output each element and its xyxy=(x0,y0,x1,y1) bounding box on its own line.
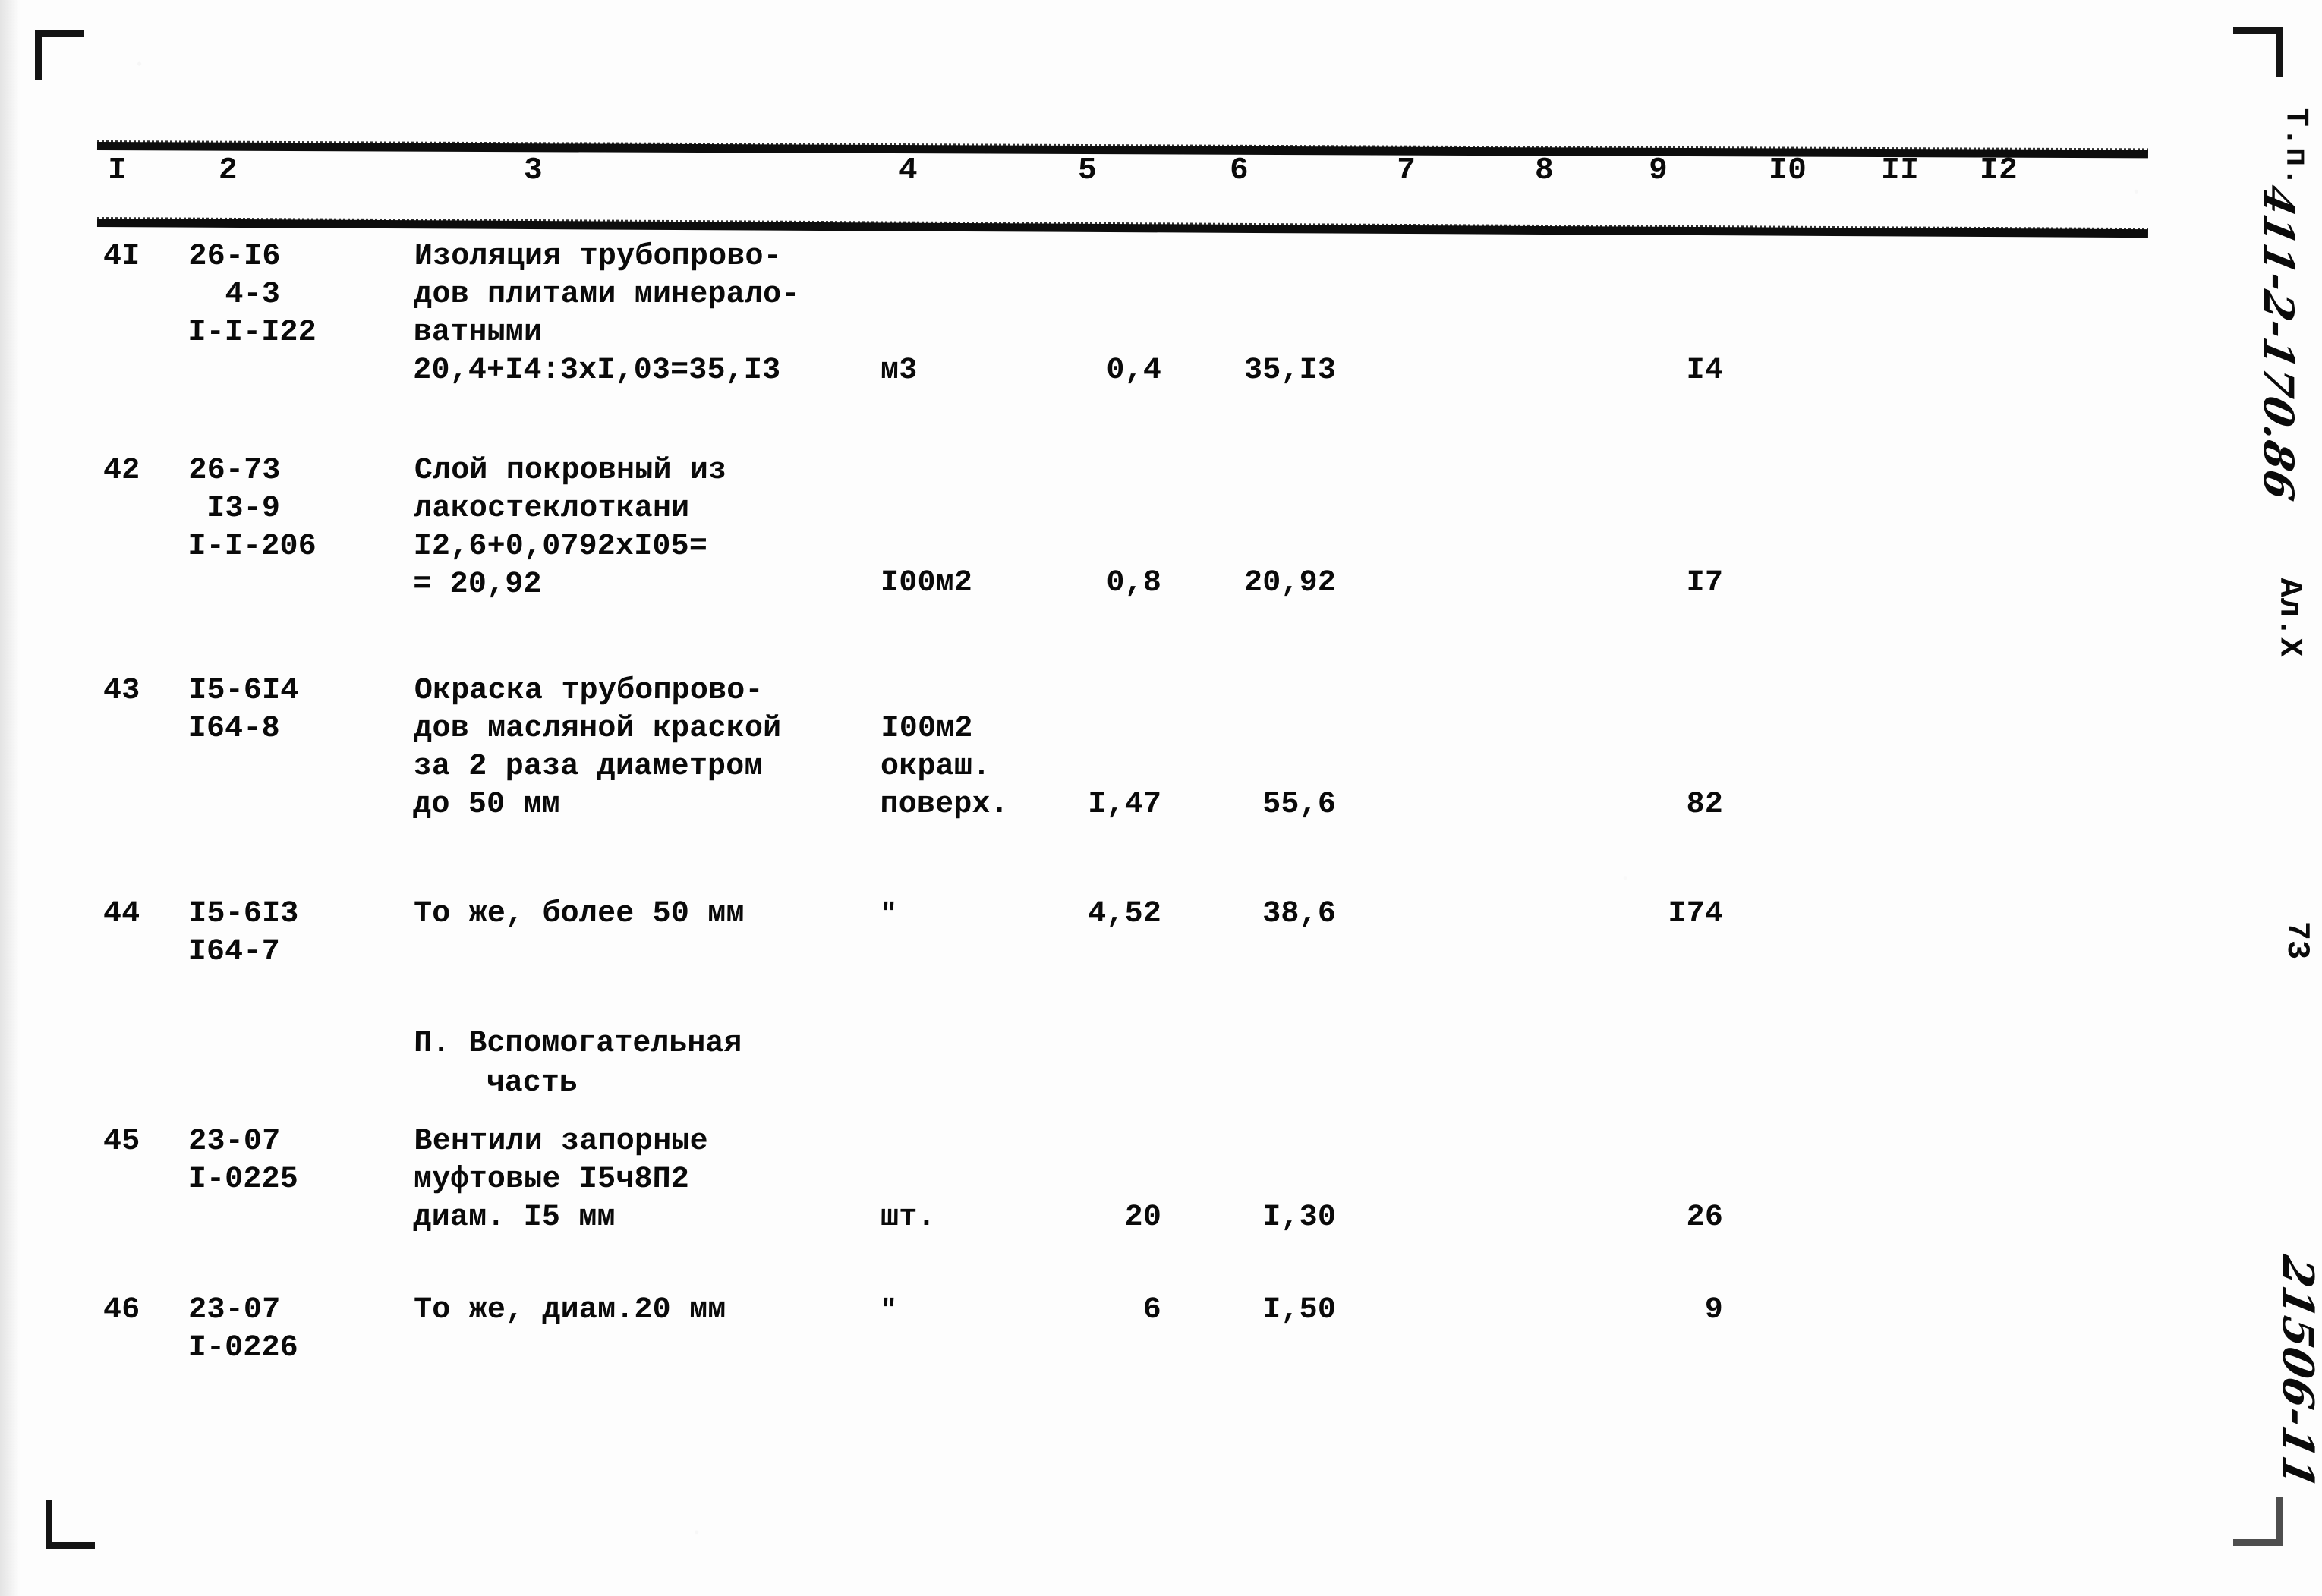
row-number: 45 xyxy=(102,1125,140,1159)
row-price: 35,I3 xyxy=(1243,354,1337,388)
row-total: I4 xyxy=(1686,354,1724,388)
column-header-10: I0 xyxy=(1768,153,1807,188)
row-unit: I00м2 окраш. поверх. xyxy=(880,712,1010,822)
row-description: Вентили запорные муфтовые I5ч8П2 диам. I… xyxy=(413,1125,709,1235)
row-price: I,50 xyxy=(1262,1293,1337,1327)
section-heading: П. Вспомогательная часть xyxy=(413,1027,742,1100)
row-unit: м3 xyxy=(880,354,918,388)
registration-corner-top-left xyxy=(35,30,84,80)
row-unit: I00м2 xyxy=(880,566,973,600)
column-header-6: 6 xyxy=(1229,153,1249,188)
margin-album-label: Ал.Х xyxy=(2271,578,2308,658)
row-number: 4I xyxy=(102,240,140,274)
row-total: 82 xyxy=(1686,788,1724,822)
row-description: Слой покровный из лакостеклоткани I2,6+0… xyxy=(412,454,727,602)
registration-corner-top-right xyxy=(2233,27,2283,77)
column-header-2: 2 xyxy=(218,153,238,188)
row-unit: " xyxy=(880,899,897,930)
row-unit: " xyxy=(880,1295,897,1326)
row-description: Изоляция трубопрово- дов плитами минерал… xyxy=(412,240,800,388)
column-header-row: I 2 3 4 5 6 7 8 9 I0 II I2 xyxy=(0,153,2322,209)
row-code: 23-07 I-0225 xyxy=(187,1125,299,1197)
row-code: I5-6I4 I64-8 xyxy=(187,674,299,746)
row-total: I7 xyxy=(1686,566,1724,600)
registration-corner-bottom-left xyxy=(46,1500,95,1549)
row-price: 20,92 xyxy=(1243,566,1337,600)
column-header-8: 8 xyxy=(1534,153,1555,188)
margin-series-code: 411-2-170.86 xyxy=(2254,181,2304,505)
registration-corner-bottom-right xyxy=(2233,1497,2283,1546)
row-qty: 20 xyxy=(1124,1201,1162,1235)
row-qty: 0,4 xyxy=(1106,354,1162,388)
row-price: 38,6 xyxy=(1262,897,1337,931)
margin-type-label: Т.п. xyxy=(2277,107,2314,187)
row-description: То же, диам.20 мм xyxy=(413,1293,726,1327)
column-header-3: 3 xyxy=(523,153,543,188)
row-code: 23-07 I-0226 xyxy=(187,1293,299,1365)
row-qty: 0,8 xyxy=(1106,566,1162,600)
row-code: 26-I6 4-3 I-I-I22 xyxy=(187,240,317,350)
column-header-7: 7 xyxy=(1396,153,1416,188)
column-header-1: I xyxy=(107,153,128,188)
row-qty: I,47 xyxy=(1087,788,1162,822)
row-price: 55,6 xyxy=(1262,788,1337,822)
row-total: 9 xyxy=(1704,1293,1724,1327)
scanned-page: I 2 3 4 5 6 7 8 9 I0 II I2 4I 26-I6 4-3 … xyxy=(0,0,2322,1596)
row-code: I5-6I3 I64-7 xyxy=(187,897,299,969)
row-qty: 4,52 xyxy=(1087,897,1162,931)
column-header-12: I2 xyxy=(1979,153,2018,188)
margin-page-number: 73 xyxy=(2278,921,2315,960)
column-header-9: 9 xyxy=(1648,153,1668,188)
column-header-11: II xyxy=(1880,153,1920,188)
row-total: 26 xyxy=(1686,1201,1724,1235)
row-number: 46 xyxy=(102,1293,140,1327)
row-code: 26-73 I3-9 I-I-206 xyxy=(187,454,317,564)
scan-edge-shadow xyxy=(0,0,20,1596)
row-number: 44 xyxy=(102,897,140,931)
row-number: 43 xyxy=(102,674,140,708)
row-total: I74 xyxy=(1668,897,1724,931)
row-price: I,30 xyxy=(1262,1201,1337,1235)
row-description: Окраска трубопрово- дов масляной краской… xyxy=(412,674,782,822)
column-header-5: 5 xyxy=(1077,153,1098,188)
row-number: 42 xyxy=(102,454,140,488)
row-description: То же, более 50 мм xyxy=(413,897,745,931)
row-qty: 6 xyxy=(1142,1293,1162,1327)
column-header-4: 4 xyxy=(898,153,918,188)
row-unit: шт. xyxy=(880,1201,936,1235)
table-bottom-rule xyxy=(96,219,2148,238)
margin-order-number: 21506-11 xyxy=(2273,1251,2322,1494)
